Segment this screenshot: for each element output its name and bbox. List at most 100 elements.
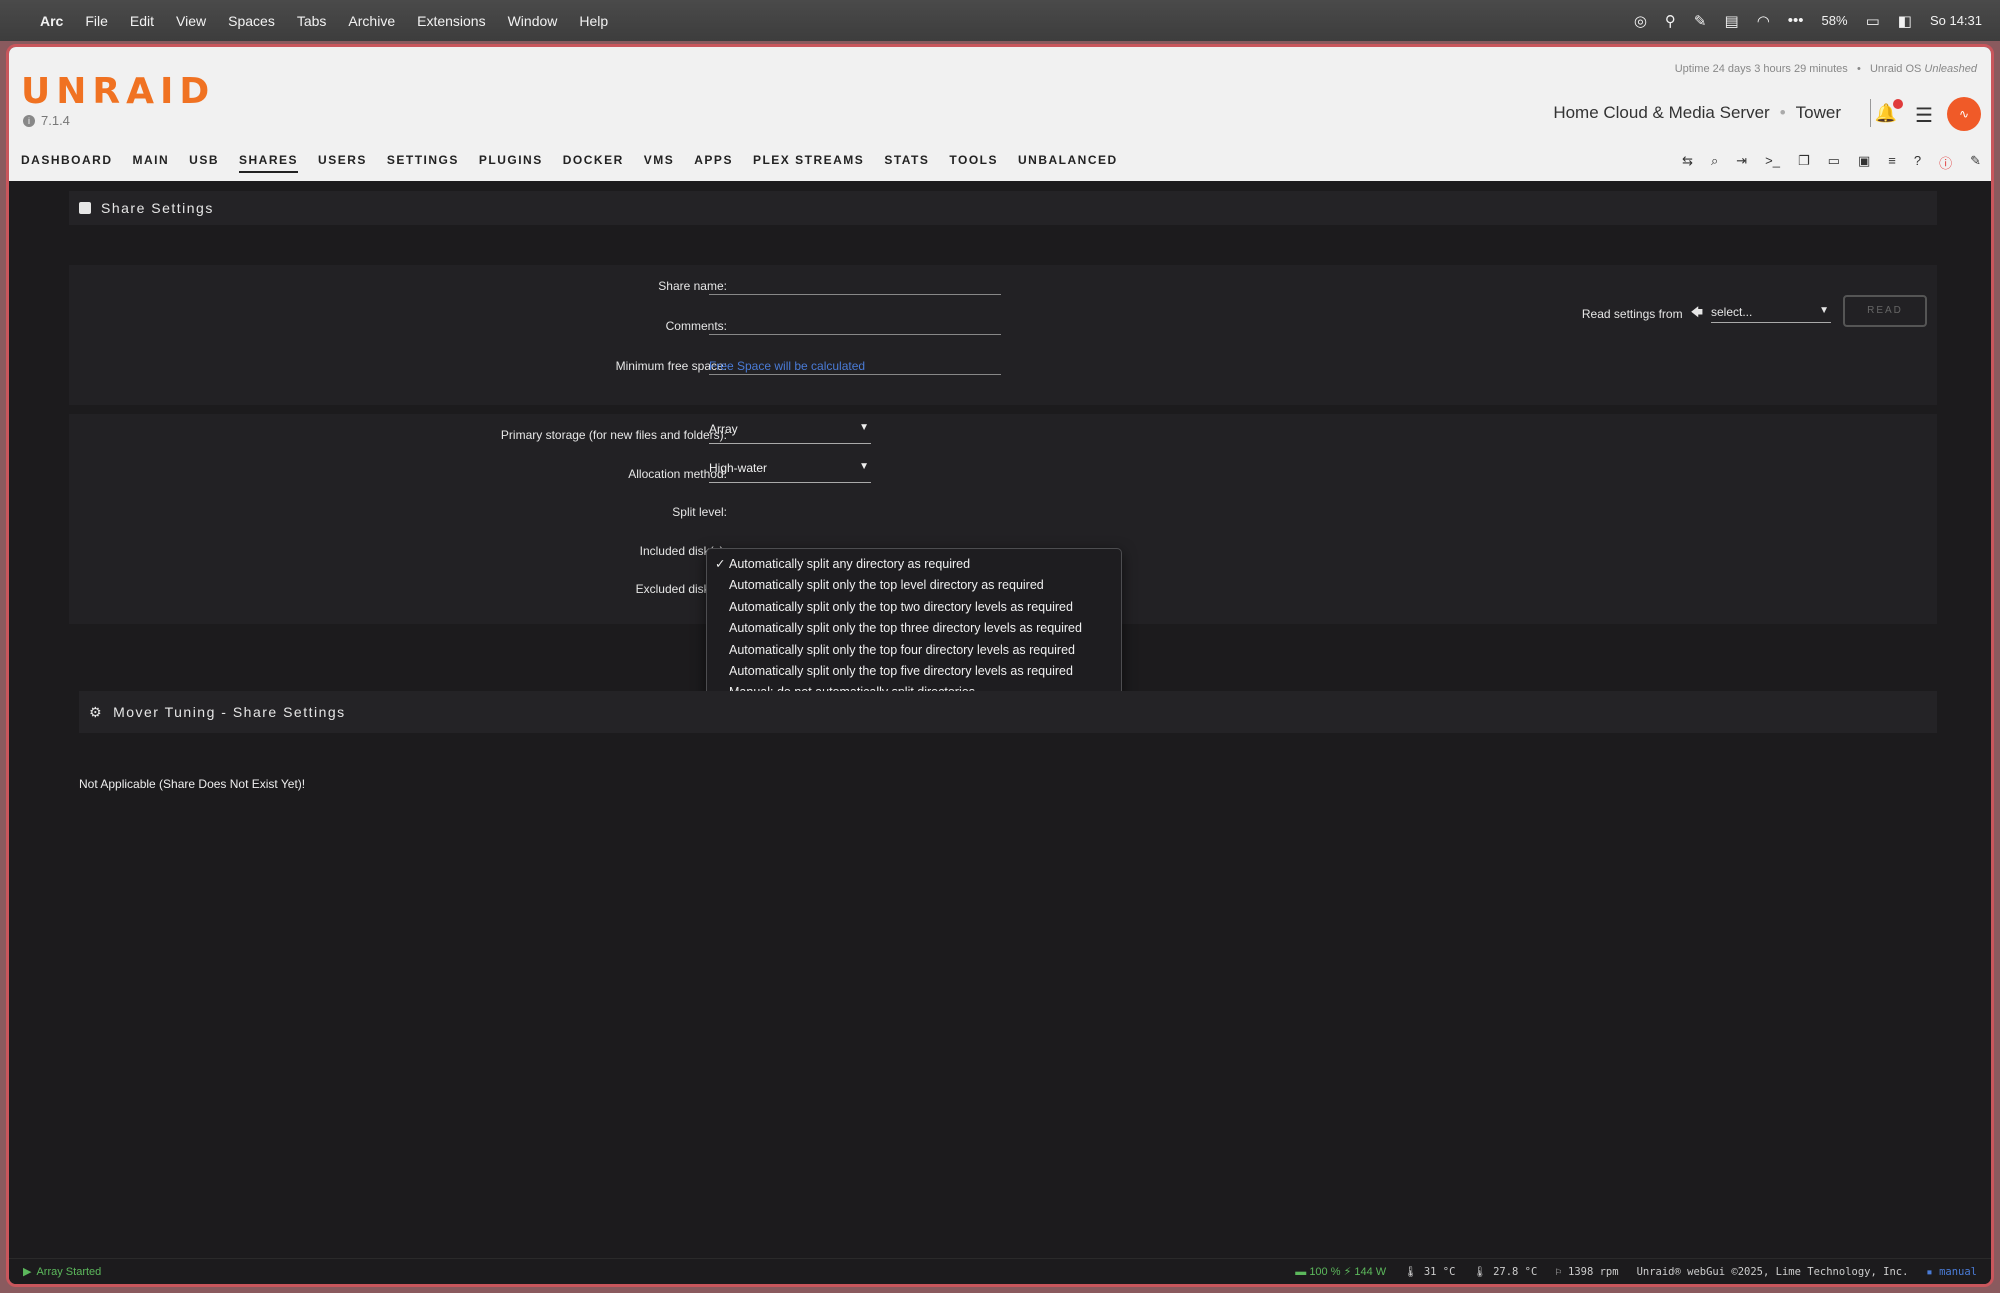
wifi-icon[interactable]: ◠ — [1757, 12, 1770, 30]
copy-icon[interactable]: ❐ — [1798, 153, 1810, 172]
feedback-icon[interactable]: ▭ — [1828, 153, 1840, 172]
tab-docker[interactable]: DOCKER — [563, 153, 624, 173]
split-option[interactable]: Automatically split only the top three d… — [707, 618, 1121, 639]
mover-title: Mover Tuning - Share Settings — [113, 704, 346, 720]
array-status[interactable]: ▶ Array Started — [23, 1265, 102, 1279]
version-number: 7.1.4 — [41, 113, 70, 128]
read-settings-select[interactable]: select... ▼ — [1711, 305, 1831, 323]
page-content: Share Settings Share name: Comments: Min… — [9, 181, 1991, 1261]
control-center-icon[interactable]: ◧ — [1898, 12, 1912, 30]
q-icon[interactable]: ◎ — [1634, 12, 1647, 30]
menu-view[interactable]: View — [176, 13, 206, 29]
tab-tools[interactable]: TOOLS — [949, 153, 998, 173]
split-level-dropdown[interactable]: ✓ Automatically split any directory as re… — [706, 548, 1122, 708]
tab-plex-streams[interactable]: PLEX STREAMS — [753, 153, 864, 173]
manual-link[interactable]: ▪ manual — [1926, 1266, 1977, 1278]
read-select-value: select... — [1711, 304, 1753, 319]
battery-icon[interactable]: ▭ — [1866, 12, 1880, 30]
avatar[interactable]: ∿ — [1947, 97, 1981, 131]
menu-extensions[interactable]: Extensions — [417, 13, 485, 29]
min-free-field[interactable]: Free Space will be calculated — [709, 353, 1001, 375]
tab-usb[interactable]: USB — [189, 153, 219, 173]
comments-field[interactable] — [709, 313, 1001, 335]
ups-percent: 100 % — [1309, 1266, 1341, 1278]
primary-storage-label: Primary storage (for new files and folde… — [500, 428, 727, 442]
header-divider — [1870, 99, 1871, 127]
log-icon[interactable]: ≡ — [1888, 153, 1896, 172]
tab-apps[interactable]: APPS — [694, 153, 733, 173]
tab-dashboard[interactable]: DASHBOARD — [21, 153, 113, 173]
menu-file[interactable]: File — [85, 13, 108, 29]
gear-icon: ⚙ — [89, 703, 104, 720]
mover-note: Not Applicable (Share Does Not Exist Yet… — [79, 777, 306, 791]
share-name-field[interactable] — [709, 273, 1001, 295]
primary-storage-select[interactable]: Array ▼ — [709, 422, 871, 444]
version-info[interactable]: i 7.1.4 — [23, 113, 70, 128]
usb-icon[interactable]: ⚲ — [1665, 12, 1676, 30]
swap-icon[interactable]: ⇆ — [1682, 153, 1693, 172]
temp-board-value: 27.8 °C — [1493, 1266, 1538, 1278]
tab-users[interactable]: USERS — [318, 153, 367, 173]
split-option[interactable]: Automatically split only the top level d… — [707, 575, 1121, 596]
read-button[interactable]: READ — [1843, 295, 1927, 327]
split-option[interactable]: Automatically split only the top two dir… — [707, 597, 1121, 618]
more-icon[interactable]: ••• — [1788, 12, 1804, 29]
info-icon: i — [23, 114, 35, 127]
monitor-icon[interactable]: ▣ — [1858, 153, 1870, 172]
tab-unbalanced[interactable]: UNBALANCED — [1018, 153, 1118, 173]
os-name: Unraid OS — [1869, 63, 1922, 75]
share-icon — [79, 202, 91, 214]
split-option-label: Automatically split only the top three d… — [729, 621, 1082, 636]
temp-cpu-value: 31 °C — [1423, 1266, 1456, 1278]
help-icon[interactable]: ? — [1914, 153, 1921, 172]
array-status-text: Array Started — [36, 1265, 102, 1278]
search-icon[interactable]: ⌕ — [1711, 153, 1718, 172]
mover-tuning-header: ⚙ Mover Tuning - Share Settings — [79, 691, 1937, 733]
tab-settings[interactable]: SETTINGS — [387, 153, 459, 173]
tab-main[interactable]: MAIN — [133, 153, 170, 173]
pen-icon[interactable]: ✎ — [1694, 12, 1707, 30]
notifications-bell-icon[interactable]: 🔔 — [1875, 99, 1903, 124]
logout-icon[interactable]: ⇥ — [1736, 153, 1747, 172]
copyright: Unraid® webGui ©2025, Lime Technology, I… — [1636, 1265, 1909, 1278]
tab-stats[interactable]: STATS — [884, 153, 929, 173]
clock[interactable]: So 14:31 — [1930, 13, 1982, 28]
play-icon: ▶ — [23, 1266, 32, 1278]
menu-icon[interactable]: ☰ — [1915, 103, 1933, 128]
split-option-label: Automatically split any directory as req… — [729, 557, 971, 571]
menu-app[interactable]: Arc — [40, 13, 63, 29]
arrow-left-icon: 🡄 — [1690, 305, 1703, 319]
footer-stats: ▬ 100 % ⚡ 144 W 🌡 31 °C 🌡 27.8 °C ⚐ 1398… — [1295, 1265, 1977, 1279]
split-option[interactable]: Automatically split only the top four di… — [707, 640, 1121, 661]
split-level-label: Split level: — [672, 505, 727, 519]
menu-help[interactable]: Help — [579, 13, 608, 29]
chevron-down-icon: ▼ — [859, 461, 869, 472]
alert-icon[interactable]: ⓘ — [1939, 153, 1952, 172]
edit-icon[interactable]: ✎ — [1970, 153, 1981, 172]
menu-tabs[interactable]: Tabs — [297, 13, 327, 29]
menu-edit[interactable]: Edit — [130, 13, 154, 29]
fan-speed: ⚐ 1398 rpm — [1555, 1265, 1619, 1278]
terminal-icon[interactable]: >_ — [1765, 153, 1780, 172]
browser-window: UNRAID i 7.1.4 Uptime 24 days 3 hours 29… — [6, 44, 1994, 1287]
split-option[interactable]: Automatically split only the top five di… — [707, 661, 1121, 682]
server-name: Tower — [1795, 103, 1841, 122]
unraid-logo[interactable]: UNRAID — [21, 71, 215, 112]
tab-shares[interactable]: SHARES — [239, 153, 299, 173]
menu-archive[interactable]: Archive — [348, 13, 395, 29]
power-draw: 144 W — [1354, 1266, 1387, 1278]
doc-icon[interactable]: ▤ — [1725, 12, 1739, 30]
server-identity: Home Cloud & Media Server • Tower — [1553, 103, 1841, 123]
allocation-select[interactable]: High-water ▼ — [709, 461, 871, 483]
tab-plugins[interactable]: PLUGINS — [479, 153, 543, 173]
tab-vms[interactable]: VMS — [644, 153, 675, 173]
menu-window[interactable]: Window — [508, 13, 558, 29]
fan-value: 1398 rpm — [1568, 1265, 1619, 1278]
temp-cpu: 🌡 31 °C — [1404, 1266, 1456, 1278]
read-settings-group: Read settings from 🡄 select... ▼ — [1582, 303, 1831, 324]
menu-spaces[interactable]: Spaces — [228, 13, 275, 29]
split-option[interactable]: ✓ Automatically split any directory as re… — [707, 554, 1121, 575]
split-option-label: Automatically split only the top five di… — [729, 663, 1073, 678]
os-edition: Unleashed — [1924, 63, 1977, 75]
macos-menubar: Arc File Edit View Spaces Tabs Archive E… — [0, 0, 2000, 41]
